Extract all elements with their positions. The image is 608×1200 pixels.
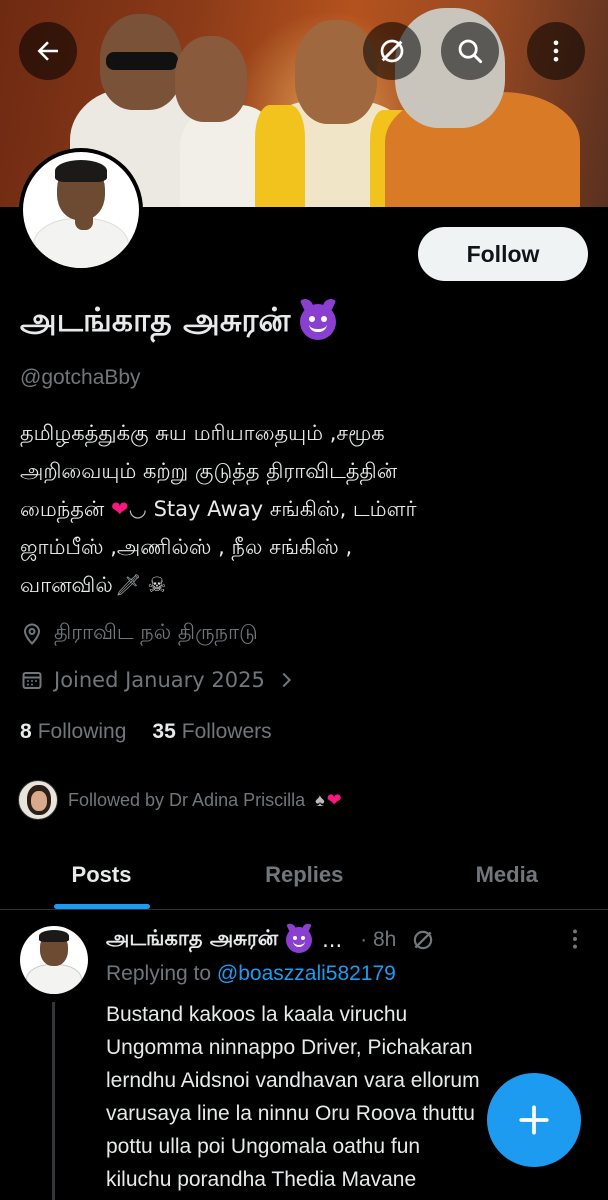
calendar-icon: [22, 672, 42, 689]
bio-line-text-suffix: Stay Away சங்கிஸ், டம்ளர்: [146, 497, 417, 521]
post-text-line: Ungomma ninnappo Driver, Pichakaran: [106, 1036, 473, 1059]
post-timestamp: · 8h: [360, 927, 397, 951]
profile-tabs: Posts Replies Media: [0, 840, 608, 910]
replying-handle-link[interactable]: @boaszzali582179: [217, 962, 396, 985]
following-label: Following: [37, 720, 127, 743]
name-truncation: ...: [322, 927, 343, 952]
followed-by-row[interactable]: Followed by Dr Adina Priscilla ♠ ❤: [18, 780, 342, 820]
search-button[interactable]: [441, 22, 499, 80]
joined-text: Joined January 2025: [54, 668, 265, 692]
spade-icon: ♠: [315, 789, 325, 810]
black-heart-icon: ︎◡: [128, 497, 147, 521]
following-count: 8: [20, 720, 32, 743]
compose-post-button[interactable]: [487, 1073, 581, 1167]
followers-label: Followers: [181, 720, 272, 743]
tab-posts[interactable]: Posts: [0, 840, 203, 909]
location-pin-icon: [23, 622, 41, 645]
followed-by-text: Followed by Dr Adina Priscilla: [68, 789, 306, 810]
location-text: திராவிட நல் திருநாடு: [54, 620, 258, 644]
profile-display-name: அடங்காத அசுரன்: [20, 300, 337, 344]
grok-icon[interactable]: [410, 927, 436, 953]
more-options-button[interactable]: [527, 22, 585, 80]
dagger-icon: 🗡: [114, 573, 142, 597]
profile-bio: தமிழகத்துக்கு சுய மரியாதையும் ,சமூக அறிவ…: [20, 414, 590, 604]
grok-icon: [380, 39, 404, 63]
banner-sunglasses: [106, 52, 178, 70]
avatar-hand: [75, 210, 93, 230]
avatar-photo: [23, 152, 139, 268]
bio-line-text: வானவில்: [20, 573, 113, 597]
banner-figure-3-head: [295, 20, 377, 124]
more-vertical-icon: [553, 40, 559, 62]
avatar-hair: [55, 160, 107, 182]
arrow-left-icon: [37, 41, 58, 61]
follow-button[interactable]: Follow: [418, 227, 588, 281]
more-vertical-icon[interactable]: [562, 926, 588, 952]
profile-avatar[interactable]: [19, 148, 143, 272]
bio-line: மைந்தன் ❤︎◡ Stay Away சங்கிஸ், டம்ளர்: [20, 490, 590, 528]
follower-avatar: [18, 780, 58, 820]
red-heart-icon: ❤: [110, 497, 129, 521]
replying-prefix: Replying to: [106, 962, 217, 985]
profile-joined[interactable]: Joined January 2025: [20, 668, 297, 692]
skull-crossbones-icon: ☠: [147, 573, 167, 597]
bio-line: அறிவையும் கற்று குடுத்த திராவிடத்தின்: [20, 459, 398, 483]
bio-line-text: மைந்தன்: [20, 497, 111, 521]
profile-stats: 8 Following 35 Followers: [20, 720, 272, 744]
bio-line: வானவில்🗡 ☠: [20, 566, 590, 604]
post-text-line: kiluchu porandha Thedia Mavane: [106, 1168, 417, 1191]
following-stat[interactable]: 8 Following: [20, 720, 126, 744]
followers-stat[interactable]: 35 Followers: [152, 720, 271, 744]
bio-line: ஜாம்பீஸ் ,அணில்ஸ் , நீல சங்கிஸ் ,: [20, 535, 353, 559]
post-header: அடங்காத அசுரன் ... · 8h: [106, 926, 596, 953]
followers-count: 35: [152, 720, 176, 743]
bio-line: தமிழகத்துக்கு சுய மரியாதையும் ,சமூக: [20, 421, 385, 445]
tab-replies[interactable]: Replies: [203, 840, 406, 909]
replying-to: Replying to @boaszzali582179: [106, 962, 396, 986]
profile-location: திராவிட நல் திருநாடு: [20, 620, 258, 647]
display-name-text: அடங்காத அசுரன்: [20, 300, 291, 339]
thread-line: [52, 1002, 55, 1200]
post-author-avatar[interactable]: [20, 926, 88, 994]
plus-icon: [519, 1105, 549, 1135]
search-icon: [458, 39, 483, 64]
post-author-name[interactable]: அடங்காத அசுரன்: [106, 926, 278, 953]
smiling-devil-emoji-icon: [300, 304, 337, 340]
red-heart-icon: ❤: [326, 789, 342, 810]
post-text-line: Bustand kakoos la kaala viruchu: [106, 1003, 408, 1026]
back-button[interactable]: [19, 22, 77, 80]
banner-figure-2-head: [175, 36, 247, 122]
smiling-devil-emoji-icon: [286, 926, 313, 953]
chevron-right-icon: [282, 672, 291, 688]
tab-media[interactable]: Media: [406, 840, 608, 909]
grok-button[interactable]: [363, 22, 421, 80]
banner-figure-3-scarf-left: [255, 105, 305, 207]
profile-handle: @gotchaBby: [20, 366, 141, 389]
